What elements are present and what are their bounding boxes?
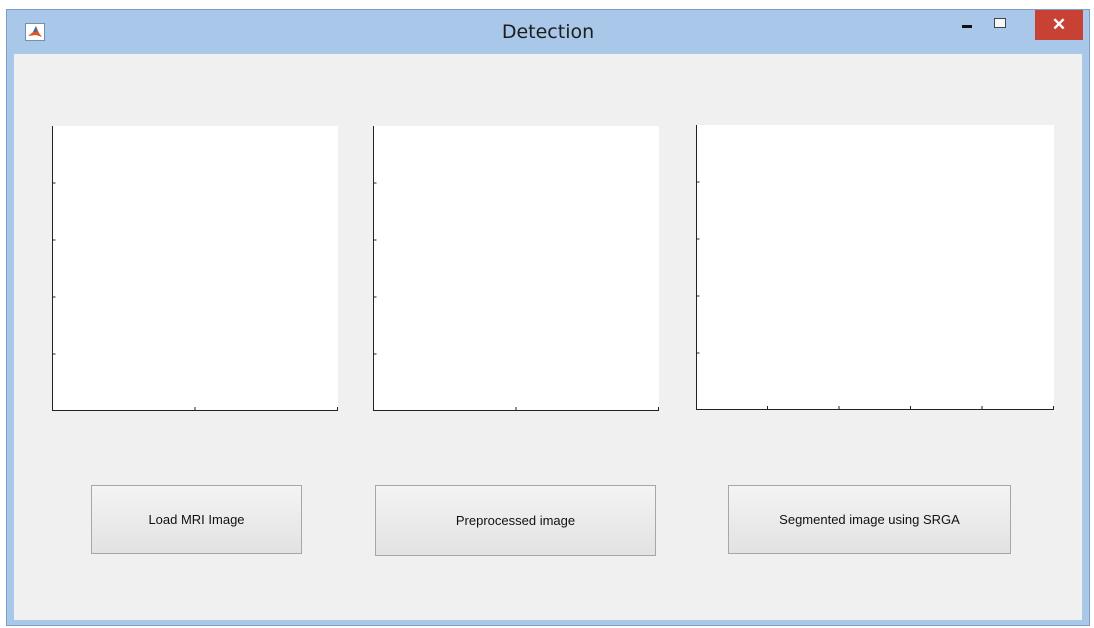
load-mri-image-label: Load MRI Image: [148, 512, 245, 527]
preprocessed-image-label: Preprocessed image: [455, 513, 576, 528]
minimize-button[interactable]: [952, 10, 982, 40]
load-mri-image-button[interactable]: Load MRI Image: [91, 485, 302, 554]
axes-segmented-image: [696, 125, 1054, 410]
axes-preprocessed-image: [373, 126, 659, 411]
title-bar[interactable]: Detection ✕: [7, 10, 1089, 54]
close-button[interactable]: ✕: [1035, 10, 1083, 40]
maximize-icon: [994, 18, 1006, 28]
axes-preprocessed-frame: [373, 126, 659, 411]
axes-original-frame: [52, 126, 338, 411]
minimize-icon: [962, 24, 972, 28]
close-icon: ✕: [1051, 15, 1067, 34]
segmented-image-label: Segmented image using SRGA: [779, 512, 960, 527]
segmented-image-button[interactable]: Segmented image using SRGA: [728, 485, 1011, 554]
axes-original-image: [52, 126, 338, 411]
axes-segmented-frame: [696, 125, 1054, 410]
preprocessed-image-button[interactable]: Preprocessed image: [375, 485, 656, 556]
window-title: Detection: [501, 21, 595, 43]
detection-window: Detection ✕ Load MRI Image Preprocessed …: [6, 9, 1090, 626]
maximize-button[interactable]: [985, 10, 1015, 40]
figure-client-area: Load MRI Image Preprocessed image Segmen…: [14, 54, 1082, 620]
